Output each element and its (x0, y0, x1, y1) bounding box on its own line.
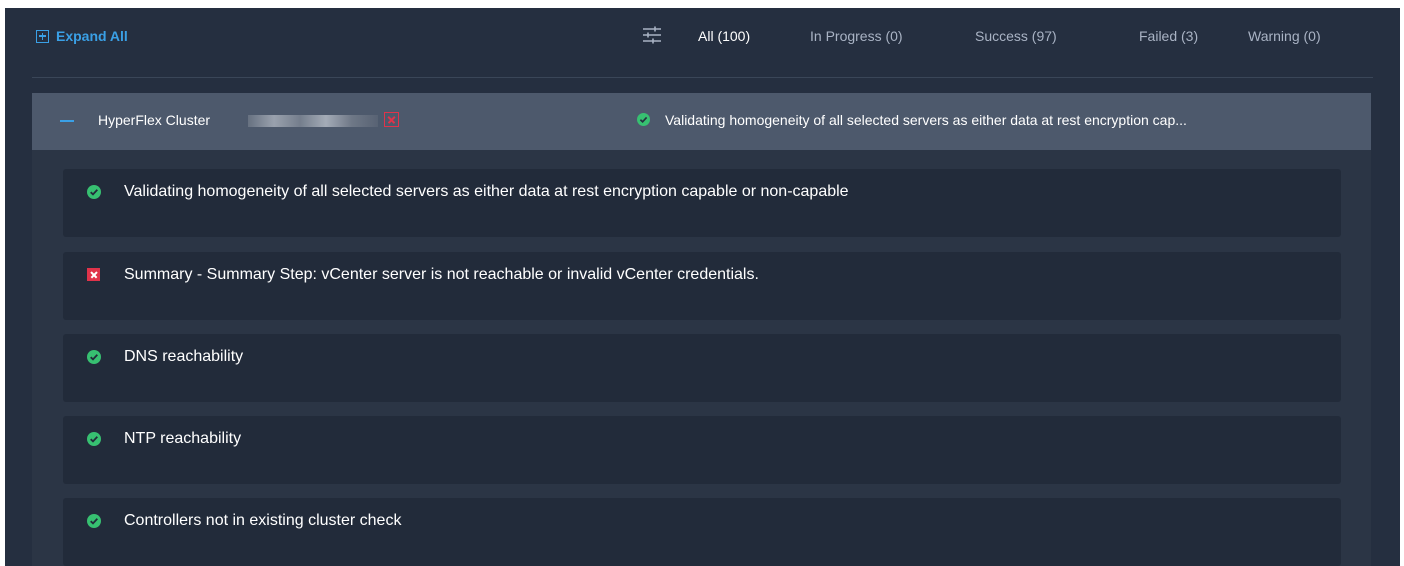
success-check-icon (87, 185, 101, 199)
cluster-header[interactable]: HyperFlex Cluster Validating homogeneity… (32, 93, 1371, 150)
redacted-cluster-id (248, 115, 378, 127)
cluster-steps-list: Validating homogeneity of all selected s… (32, 150, 1371, 566)
tab-success[interactable]: Success (97) (975, 26, 1057, 46)
success-check-icon (87, 350, 101, 364)
tab-failed[interactable]: Failed (3) (1139, 26, 1198, 46)
validation-step[interactable]: Controllers not in existing cluster chec… (63, 498, 1341, 566)
validation-step[interactable]: DNS reachability (63, 334, 1341, 402)
success-check-icon (87, 432, 101, 446)
filter-sliders-icon[interactable] (641, 25, 663, 45)
success-check-icon (87, 514, 101, 528)
success-check-icon (637, 113, 650, 126)
validation-step[interactable]: Validating homogeneity of all selected s… (63, 169, 1341, 237)
cluster-name: HyperFlex Cluster (98, 112, 211, 128)
failed-x-icon[interactable] (384, 112, 399, 127)
toolbar-divider (32, 77, 1373, 78)
expand-all-button[interactable]: Expand All (36, 26, 128, 46)
results-panel: Expand All All (100) In Progress (0) Suc… (5, 8, 1400, 566)
failed-x-icon (87, 268, 100, 281)
tab-all[interactable]: All (100) (698, 26, 750, 46)
cluster-status-text: Validating homogeneity of all selected s… (665, 112, 1187, 128)
validation-step[interactable]: Summary - Summary Step: vCenter server i… (63, 252, 1341, 320)
step-text: DNS reachability (124, 348, 244, 365)
step-text: Validating homogeneity of all selected s… (124, 183, 849, 200)
tab-in-progress[interactable]: In Progress (0) (810, 26, 903, 46)
step-text: NTP reachability (124, 430, 242, 447)
results-toolbar: Expand All All (100) In Progress (0) Suc… (5, 8, 1400, 78)
step-text: Controllers not in existing cluster chec… (124, 512, 402, 529)
expand-all-label: Expand All (56, 28, 128, 44)
validation-step[interactable]: NTP reachability (63, 416, 1341, 484)
step-text: Summary - Summary Step: vCenter server i… (124, 266, 759, 283)
plus-box-icon (36, 29, 49, 43)
minus-icon[interactable] (60, 120, 74, 122)
tab-warning[interactable]: Warning (0) (1248, 26, 1321, 46)
